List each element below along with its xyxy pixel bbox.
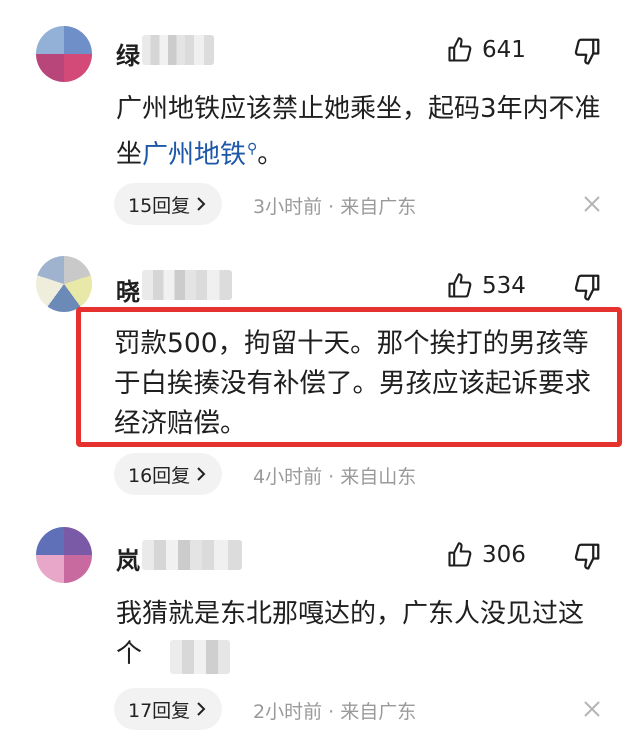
username[interactable]: 绿 [116,36,140,71]
avatar[interactable] [36,256,92,312]
comment-meta: 2小时前 · 来自广东 [253,701,417,723]
comment-meta: 4小时前 · 来自山东 [253,466,417,488]
avatar[interactable] [36,26,92,82]
comment-text: 罚款500，拘留十天。那个挨打的男孩等于白挨揍没有补偿了。男孩应该起诉要求经济赔… [114,328,591,439]
comment-text: 广州地铁应该禁止她乘坐，起码3年内不准坐广州地铁⚲。 [116,94,601,170]
reply-button[interactable]: 17回复 [114,688,223,730]
thumbs-up-icon [448,542,472,567]
chevron-right-icon [197,467,206,481]
reply-button[interactable]: 15回复 [114,183,223,225]
like-button[interactable]: 641 [446,36,526,64]
like-count: 306 [482,542,526,568]
username[interactable]: 岚 [116,541,140,576]
like-button[interactable]: 534 [446,272,526,300]
thumbs-down-icon[interactable] [572,541,602,571]
like-count: 641 [482,37,526,63]
close-icon[interactable] [583,195,601,213]
username-blur [142,540,242,570]
keyword-link[interactable]: 广州地铁⚲ [142,140,257,170]
close-icon[interactable] [583,700,601,718]
chevron-right-icon [197,702,206,716]
comment-meta: 3小时前 · 来自广东 [253,196,417,218]
like-button[interactable]: 306 [446,541,526,569]
text-blur [170,640,230,674]
thumbs-up-icon [448,273,472,298]
username[interactable]: 晓 [116,272,140,307]
chevron-right-icon [197,197,206,211]
reply-button[interactable]: 16回复 [114,453,223,495]
thumbs-down-icon[interactable] [572,272,602,302]
avatar[interactable] [36,527,92,583]
username-blur [142,270,232,300]
search-icon: ⚲ [247,141,258,157]
like-count: 534 [482,273,526,299]
thumbs-up-icon [448,37,472,62]
thumbs-down-icon[interactable] [572,36,602,66]
username-blur [142,35,214,65]
